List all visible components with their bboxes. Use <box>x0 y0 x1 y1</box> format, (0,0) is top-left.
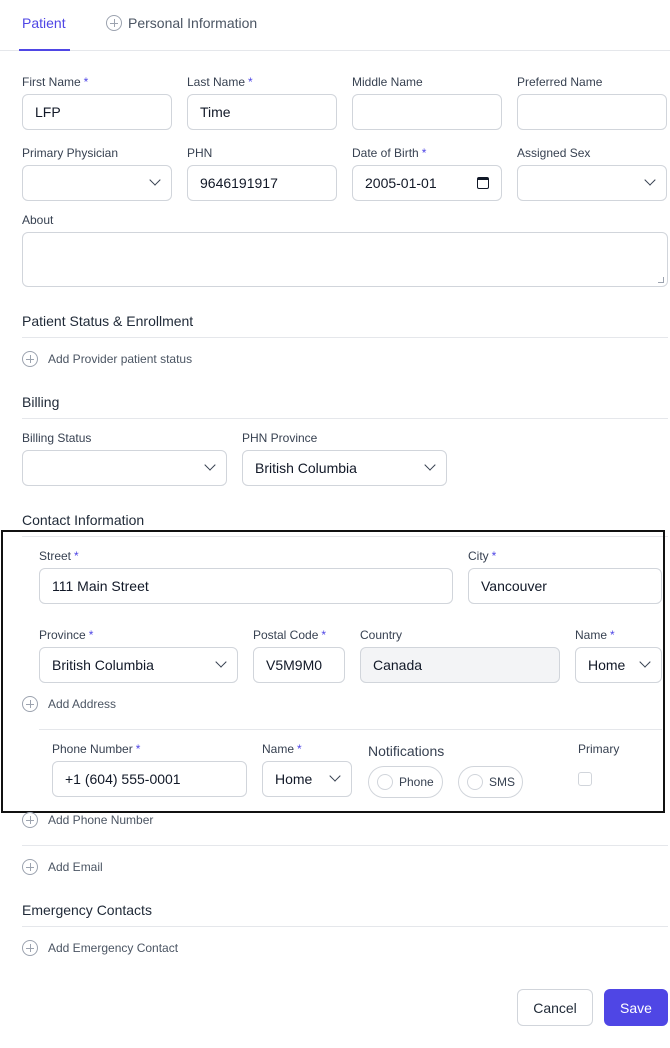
street-input[interactable]: 111 Main Street <box>39 568 453 604</box>
province-value: British Columbia <box>52 657 154 673</box>
divider <box>22 845 668 846</box>
middle-name-input[interactable] <box>352 94 502 130</box>
add-circle-icon <box>22 351 38 367</box>
add-phone-label: Add Phone Number <box>48 813 154 827</box>
province-label: Province * <box>39 628 94 642</box>
chevron-down-icon <box>644 174 656 186</box>
radio-icon <box>467 774 483 790</box>
divider <box>22 337 668 338</box>
divider <box>39 729 662 730</box>
divider <box>22 926 668 927</box>
add-address-button[interactable]: Add Address <box>22 696 116 712</box>
add-circle-icon <box>22 859 38 875</box>
divider <box>22 418 668 419</box>
section-title-emergency: Emergency Contacts <box>22 902 152 918</box>
section-title-status: Patient Status & Enrollment <box>22 313 194 329</box>
assigned-sex-select[interactable] <box>517 165 667 201</box>
chevron-down-icon <box>424 459 436 471</box>
phone-name-label: Name * <box>262 742 302 756</box>
chevron-down-icon <box>149 174 161 186</box>
postal-code-label: Postal Code * <box>253 628 327 642</box>
preferred-name-label: Preferred Name <box>517 75 603 89</box>
notifications-label: Notifications <box>368 743 445 759</box>
save-button[interactable]: Save <box>604 989 668 1026</box>
notify-sms-label: SMS <box>489 775 516 789</box>
radio-icon <box>377 774 393 790</box>
primary-checkbox[interactable] <box>578 772 592 786</box>
calendar-icon[interactable] <box>477 177 489 189</box>
primary-physician-label: Primary Physician <box>22 146 119 160</box>
add-circle-icon <box>22 812 38 828</box>
add-phone-button[interactable]: Add Phone Number <box>22 812 153 828</box>
notify-phone-toggle[interactable]: Phone <box>368 766 443 798</box>
city-input[interactable]: Vancouver <box>468 568 662 604</box>
postal-code-input[interactable]: V5M9M0 <box>253 647 345 683</box>
primary-label: Primary <box>578 742 620 756</box>
add-emergency-contact-button[interactable]: Add Emergency Contact <box>22 940 178 956</box>
tab-personal-information[interactable]: Personal Information <box>106 15 257 31</box>
phn-province-label: PHN Province <box>242 431 318 445</box>
about-textarea[interactable] <box>22 232 668 287</box>
add-circle-icon <box>106 15 122 31</box>
section-title-contact: Contact Information <box>22 512 145 528</box>
add-emergency-contact-label: Add Emergency Contact <box>48 941 179 955</box>
phone-number-input[interactable]: +1 (604) 555-0001 <box>52 761 247 797</box>
address-name-label: Name * <box>575 628 615 642</box>
primary-physician-select[interactable] <box>22 165 172 201</box>
phn-label: PHN <box>187 146 213 160</box>
add-provider-status-label: Add Provider patient status <box>48 352 193 366</box>
section-title-billing: Billing <box>22 394 60 410</box>
add-address-label: Add Address <box>48 697 117 711</box>
province-select[interactable]: British Columbia <box>39 647 238 683</box>
phn-province-value: British Columbia <box>255 460 357 476</box>
add-email-button[interactable]: Add Email <box>22 859 103 875</box>
cancel-button[interactable]: Cancel <box>517 989 593 1026</box>
tab-bar: Patient Personal Information <box>0 0 670 51</box>
assigned-sex-label: Assigned Sex <box>517 146 591 160</box>
phn-input[interactable]: 9646191917 <box>187 165 337 201</box>
address-name-value: Home <box>588 657 626 673</box>
street-label: Street * <box>39 549 79 563</box>
country-input: Canada <box>360 647 560 683</box>
resize-handle-icon[interactable] <box>658 277 664 283</box>
middle-name-label: Middle Name <box>352 75 423 89</box>
notify-phone-label: Phone <box>399 775 434 789</box>
dob-value: 2005-01-01 <box>365 175 437 191</box>
chevron-down-icon <box>215 656 227 668</box>
dob-label: Date of Birth * <box>352 146 427 160</box>
city-label: City * <box>468 549 497 563</box>
add-circle-icon <box>22 696 38 712</box>
preferred-name-input[interactable] <box>517 94 667 130</box>
phn-province-select[interactable]: British Columbia <box>242 450 447 486</box>
billing-status-label: Billing Status <box>22 431 92 445</box>
add-provider-status-button[interactable]: Add Provider patient status <box>22 351 192 367</box>
chevron-down-icon <box>639 656 651 668</box>
tab-patient[interactable]: Patient <box>22 15 66 31</box>
country-label: Country <box>360 628 403 642</box>
add-email-label: Add Email <box>48 860 103 874</box>
chevron-down-icon <box>329 770 341 782</box>
last-name-input[interactable]: Time <box>187 94 337 130</box>
about-label: About <box>22 213 54 227</box>
phone-name-select[interactable]: Home <box>262 761 352 797</box>
first-name-input[interactable]: LFP <box>22 94 172 130</box>
dob-input[interactable]: 2005-01-01 <box>352 165 502 201</box>
notify-sms-toggle[interactable]: SMS <box>458 766 523 798</box>
first-name-label: First Name * <box>22 75 89 89</box>
address-name-select[interactable]: Home <box>575 647 662 683</box>
add-circle-icon <box>22 940 38 956</box>
billing-status-select[interactable] <box>22 450 227 486</box>
last-name-label: Last Name * <box>187 75 253 89</box>
phone-name-value: Home <box>275 771 313 787</box>
chevron-down-icon <box>204 459 216 471</box>
phone-number-label: Phone Number * <box>52 742 141 756</box>
tab-personal-information-label: Personal Information <box>128 15 258 31</box>
active-tab-indicator <box>19 49 70 51</box>
